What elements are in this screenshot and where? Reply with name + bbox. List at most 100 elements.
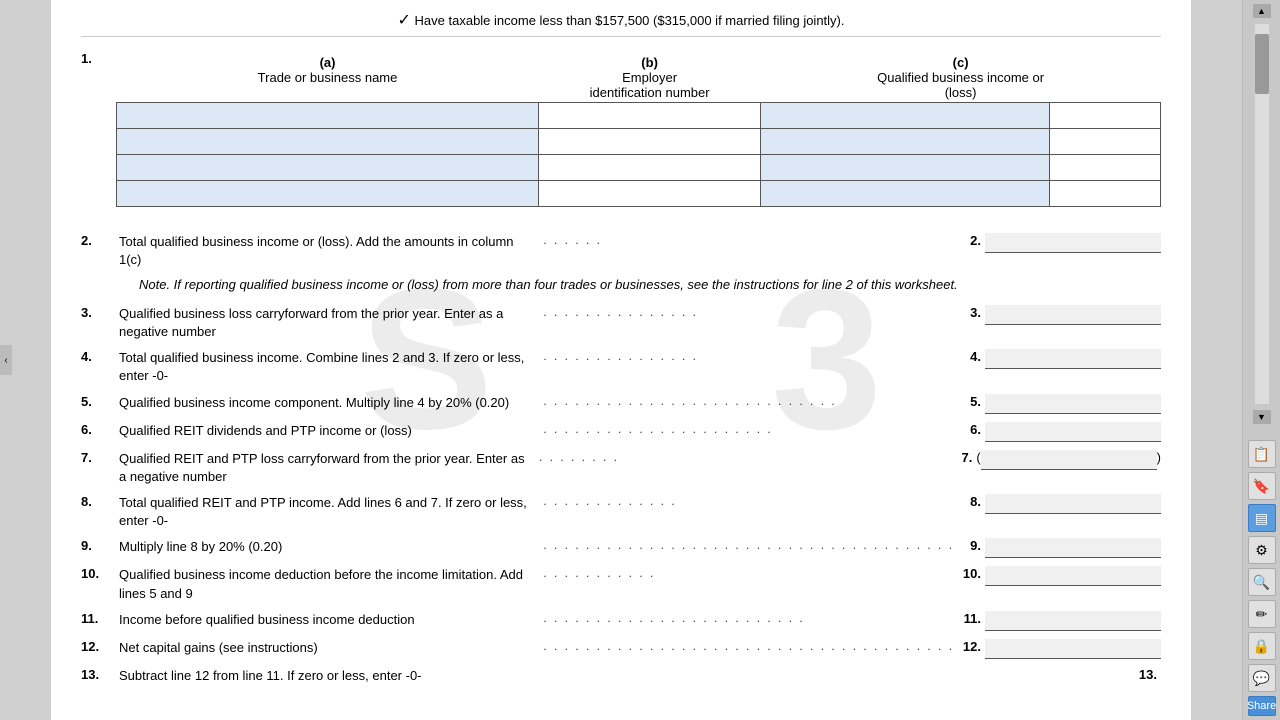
- line-8-text: Total qualified REIT and PTP income. Add…: [119, 494, 538, 530]
- line-13-text: Subtract line 12 from line 11. If zero o…: [119, 667, 626, 685]
- line-8-input[interactable]: [985, 494, 1161, 514]
- search-icon[interactable]: 🔍: [1248, 568, 1276, 596]
- line-11-ref: 11.: [957, 611, 985, 626]
- line-2-number: 2.: [81, 233, 119, 248]
- line-2-dots: . . . . . .: [538, 233, 957, 247]
- line-3-dots: . . . . . . . . . . . . . . .: [538, 305, 957, 319]
- cell-1c-3[interactable]: [761, 155, 1050, 181]
- cell-1b-3[interactable]: [539, 155, 761, 181]
- line-4-input[interactable]: [985, 349, 1161, 369]
- line-2-input[interactable]: [985, 233, 1161, 253]
- line-3-number: 3.: [81, 305, 119, 320]
- line-7-input[interactable]: [981, 450, 1157, 470]
- line-6-row: 6. Qualified REIT dividends and PTP inco…: [81, 420, 1161, 442]
- line-5-ref: 5.: [957, 394, 985, 409]
- top-note: ✓ Have taxable income less than $157,500…: [81, 10, 1161, 37]
- cell-1c-2[interactable]: [761, 129, 1050, 155]
- line-12-ref: 12.: [957, 639, 985, 654]
- scroll-down-button[interactable]: ▼: [1253, 410, 1271, 424]
- line-3-text: Qualified business loss carryforward fro…: [119, 305, 538, 341]
- line-5-input[interactable]: [985, 394, 1161, 414]
- line-11-row: 11. Income before qualified business inc…: [81, 609, 1161, 631]
- line-9-row: 9. Multiply line 8 by 20% (0.20) . . . .…: [81, 536, 1161, 558]
- chart-icon[interactable]: ▤: [1248, 504, 1276, 532]
- cell-1a-1[interactable]: [117, 103, 539, 129]
- scroll-thumb[interactable]: [1255, 34, 1269, 94]
- line-13-ref: 13.: [1133, 667, 1161, 682]
- cell-1a-4[interactable]: [117, 181, 539, 207]
- cell-1b-2[interactable]: [539, 129, 761, 155]
- line-6-input[interactable]: [985, 422, 1161, 442]
- line-1-number: 1.: [81, 49, 116, 66]
- business-table: (a) (a) Trade or business name Trade or …: [116, 53, 1161, 207]
- line-9-input[interactable]: [985, 538, 1161, 558]
- left-expand-arrow[interactable]: ‹: [0, 345, 12, 375]
- edit-icon[interactable]: ✏: [1248, 600, 1276, 628]
- line-6-number: 6.: [81, 422, 119, 437]
- line-12-text: Net capital gains (see instructions): [119, 639, 538, 657]
- line-2-text: Total qualified business income or (loss…: [119, 233, 538, 269]
- line-5-row: 5. Qualified business income component. …: [81, 392, 1161, 414]
- line-4-number: 4.: [81, 349, 119, 364]
- line-11-text: Income before qualified business income …: [119, 611, 538, 629]
- line-13-number: 13.: [81, 667, 119, 682]
- line-5-number: 5.: [81, 394, 119, 409]
- line-8-dots: . . . . . . . . . . . . .: [538, 494, 957, 508]
- settings-icon[interactable]: ⚙: [1248, 536, 1276, 564]
- table-row: [117, 155, 1161, 181]
- line-7-row: 7. Qualified REIT and PTP loss carryforw…: [81, 448, 1161, 486]
- line-7-dots: . . . . . . . .: [534, 450, 949, 464]
- line-10-input[interactable]: [985, 566, 1161, 586]
- bookmark-icon[interactable]: 🔖: [1248, 472, 1276, 500]
- share-button[interactable]: Share: [1248, 696, 1276, 716]
- cell-1c-right-2[interactable]: [1049, 129, 1160, 155]
- line-3-row: 3. Qualified business loss carryforward …: [81, 303, 1161, 341]
- line-9-dots: . . . . . . . . . . . . . . . . . . . . …: [538, 538, 957, 552]
- line-3-ref: 3.: [957, 305, 985, 320]
- clipboard-icon[interactable]: 📋: [1248, 440, 1276, 468]
- line-2-ref: 2.: [957, 233, 985, 248]
- line-8-row: 8. Total qualified REIT and PTP income. …: [81, 492, 1161, 530]
- cell-1c-right-4[interactable]: [1049, 181, 1160, 207]
- table-header-row: (a) (a) Trade or business name Trade or …: [117, 53, 1161, 103]
- line-10-number: 10.: [81, 566, 119, 581]
- cell-1b-4[interactable]: [539, 181, 761, 207]
- comment-icon[interactable]: 💬: [1248, 664, 1276, 692]
- line-12-input[interactable]: [985, 639, 1161, 659]
- line-10-ref: 10.: [957, 566, 985, 581]
- document-area: S 3 ✓ Have taxable income less than $157…: [51, 0, 1191, 720]
- line-6-text: Qualified REIT dividends and PTP income …: [119, 422, 538, 440]
- lock-icon[interactable]: 🔒: [1248, 632, 1276, 660]
- cell-1a-2[interactable]: [117, 129, 539, 155]
- line-3-input[interactable]: [985, 305, 1161, 325]
- line-11-dots: . . . . . . . . . . . . . . . . . . . . …: [538, 611, 957, 625]
- line-11-number: 11.: [81, 611, 119, 626]
- cell-1c-right-3[interactable]: [1049, 155, 1160, 181]
- line-7-text: Qualified REIT and PTP loss carryforward…: [119, 450, 534, 486]
- checkmark-icon: ✓: [398, 12, 411, 29]
- line-11-input[interactable]: [985, 611, 1161, 631]
- line-5-dots: . . . . . . . . . . . . . . . . . . . . …: [538, 394, 957, 408]
- line-4-ref: 4.: [957, 349, 985, 364]
- cell-1c-right-1[interactable]: [1049, 103, 1160, 129]
- cell-1c-4[interactable]: [761, 181, 1050, 207]
- cell-1b-1[interactable]: [539, 103, 761, 129]
- line-2-note: Note. If reporting qualified business in…: [119, 275, 1161, 295]
- line-6-dots: . . . . . . . . . . . . . . . . . . . . …: [538, 422, 957, 436]
- line-7-number: 7.: [81, 450, 119, 465]
- line-4-dots: . . . . . . . . . . . . . . .: [538, 349, 957, 363]
- scroll-up-button[interactable]: ▲: [1253, 4, 1271, 18]
- line-7-ref: 7.: [948, 450, 976, 465]
- table-row: [117, 103, 1161, 129]
- line-10-row: 10. Qualified business income deduction …: [81, 564, 1161, 602]
- close-paren: ): [1157, 450, 1161, 465]
- line-4-row: 4. Total qualified business income. Comb…: [81, 347, 1161, 385]
- col-a-header: (a) (a) Trade or business name Trade or …: [117, 53, 539, 103]
- line-8-number: 8.: [81, 494, 119, 509]
- cell-1c-1[interactable]: [761, 103, 1050, 129]
- cell-1a-3[interactable]: [117, 155, 539, 181]
- line-9-number: 9.: [81, 538, 119, 553]
- line-13-row: 13. Subtract line 12 from line 11. If ze…: [81, 665, 1161, 685]
- line-9-ref: 9.: [957, 538, 985, 553]
- col-b-header: (b) Employeridentification number: [539, 53, 761, 103]
